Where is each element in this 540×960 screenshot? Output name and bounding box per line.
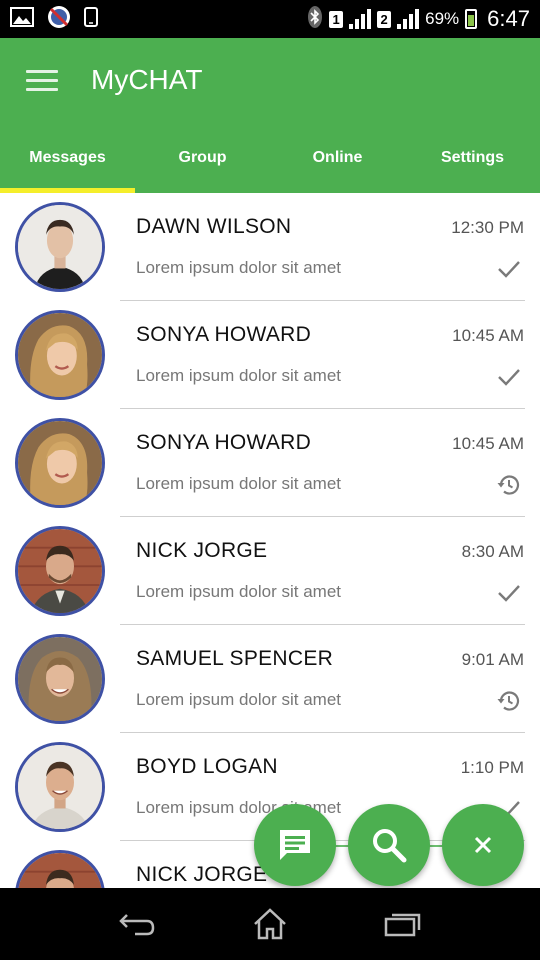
message-time: 9:01 AM <box>461 650 524 669</box>
search-icon <box>373 829 407 863</box>
chat-message-icon <box>280 830 310 860</box>
tab-settings[interactable]: Settings <box>405 138 540 193</box>
blocked-app-icon <box>46 4 72 35</box>
avatar <box>15 634 105 724</box>
back-icon <box>118 914 154 936</box>
contact-name: SAMUEL SPENCER <box>136 647 334 670</box>
clock: 6:47 <box>487 6 530 31</box>
signal-icon <box>397 9 420 29</box>
sim2-label: 2 <box>377 10 392 28</box>
avatar <box>15 310 105 400</box>
home-icon <box>254 908 286 940</box>
app-bar: MyCHAT Messages Group Online Settings <box>0 38 540 193</box>
avatar <box>15 202 105 292</box>
check-icon <box>498 369 520 386</box>
close-icon <box>474 836 492 854</box>
phone-icon <box>84 6 98 32</box>
message-preview: Lorem ipsum dolor sit amet <box>136 366 342 385</box>
check-icon <box>498 261 520 278</box>
message-time: 1:10 PM <box>460 758 524 777</box>
gallery-icon <box>10 6 34 32</box>
home-button[interactable] <box>245 904 295 944</box>
list-item[interactable]: NICK JORGE 8:30 AM Lorem ipsum dolor sit… <box>0 517 540 625</box>
message-time: 8:30 AM <box>461 542 524 561</box>
conversation-list: DAWN WILSON 12:30 PM Lorem ipsum dolor s… <box>0 193 540 888</box>
avatar <box>15 418 105 508</box>
navigation-bar <box>0 888 540 960</box>
history-icon <box>497 691 520 711</box>
contact-name: NICK JORGE <box>136 539 268 562</box>
avatar <box>15 526 105 616</box>
history-icon <box>497 475 520 495</box>
screen: 1 2 69% 6:47 MyCHAT Messages Group Onlin… <box>0 0 540 960</box>
chat-fab-button[interactable] <box>254 804 336 886</box>
list-item[interactable]: SAMUEL SPENCER 9:01 AM Lorem ipsum dolor… <box>0 625 540 733</box>
app-title: MyCHAT <box>91 64 203 95</box>
list-item[interactable]: SONYA HOWARD 10:45 AM Lorem ipsum dolor … <box>0 409 540 517</box>
message-preview: Lorem ipsum dolor sit amet <box>136 474 342 493</box>
check-icon <box>498 585 520 602</box>
contact-name: DAWN WILSON <box>136 215 292 238</box>
message-time: 12:30 PM <box>451 218 524 237</box>
contact-name: SONYA HOWARD <box>136 431 312 454</box>
list-item[interactable]: DAWN WILSON 12:30 PM Lorem ipsum dolor s… <box>0 193 540 301</box>
tab-bar: Messages Group Online Settings <box>0 138 540 193</box>
search-fab-button[interactable] <box>348 804 430 886</box>
tab-messages[interactable]: Messages <box>0 138 135 193</box>
message-time: 10:45 AM <box>452 434 524 453</box>
close-fab-button[interactable] <box>442 804 524 886</box>
signal-icon <box>349 9 372 29</box>
recent-apps-button[interactable] <box>378 904 428 944</box>
sim1-label: 1 <box>329 10 344 28</box>
status-bar: 1 2 69% 6:47 <box>0 0 540 38</box>
battery-icon <box>465 9 478 29</box>
message-preview: Lorem ipsum dolor sit amet <box>136 690 342 709</box>
avatar <box>15 850 105 888</box>
tab-group[interactable]: Group <box>135 138 270 193</box>
bluetooth-icon <box>307 5 323 34</box>
list-item[interactable]: SONYA HOWARD 10:45 AM Lorem ipsum dolor … <box>0 301 540 409</box>
back-button[interactable] <box>112 904 162 944</box>
contact-name: SONYA HOWARD <box>136 323 312 346</box>
tab-online[interactable]: Online <box>270 138 405 193</box>
contact-name: NICK JORGE <box>136 863 268 886</box>
recent-apps-icon <box>385 913 421 937</box>
avatar <box>15 742 105 832</box>
hamburger-menu-icon[interactable] <box>26 70 58 92</box>
contact-name: BOYD LOGAN <box>136 755 278 778</box>
message-preview: Lorem ipsum dolor sit amet <box>136 582 342 601</box>
message-time: 10:45 AM <box>452 326 524 345</box>
message-preview: Lorem ipsum dolor sit amet <box>136 258 342 277</box>
battery-percent: 69% <box>425 9 460 28</box>
